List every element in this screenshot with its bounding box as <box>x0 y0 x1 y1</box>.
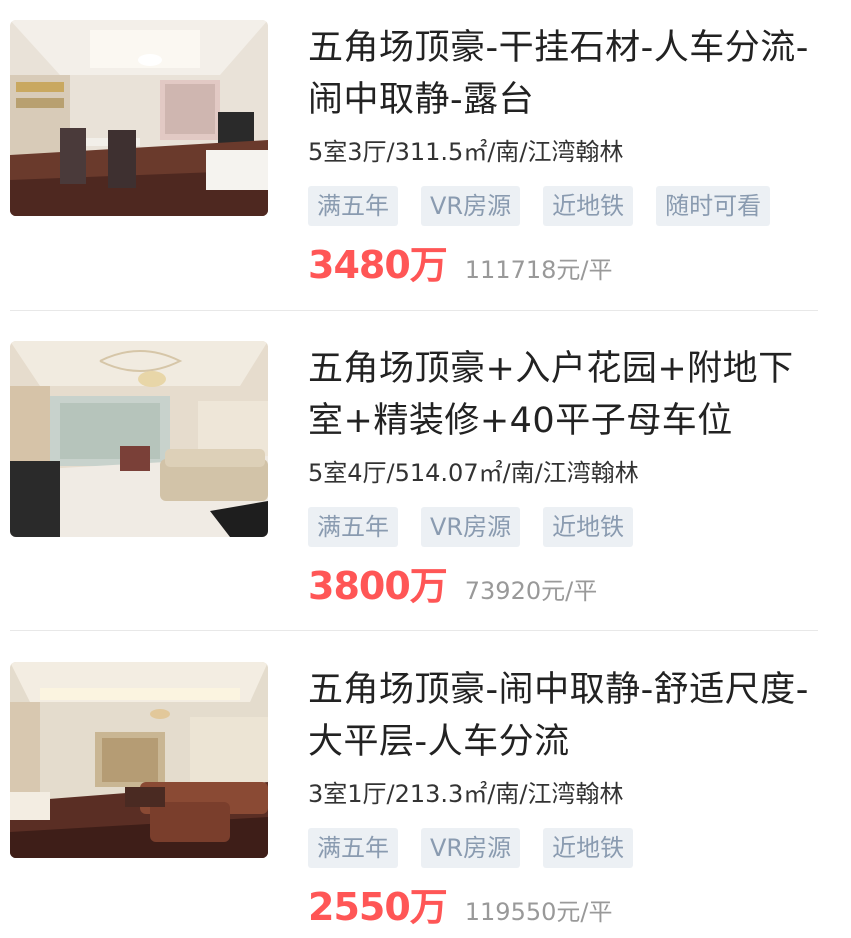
tag-badge: VR房源 <box>421 507 521 547</box>
listing-meta: 3室1厅/213.3㎡/南/江湾翰林 <box>308 780 624 808</box>
tag-badge: VR房源 <box>421 828 521 868</box>
tag-badge: 满五年 <box>308 186 398 226</box>
price-row: 3800万 73920元/平 <box>308 555 597 610</box>
tag-badge: VR房源 <box>421 186 521 226</box>
listing-photo[interactable] <box>10 341 268 537</box>
tag-badge: 近地铁 <box>543 186 634 226</box>
listing-card[interactable]: 五角场顶豪+入户花园+附地下室+精装修+40平子母车位 5室4厅/514.07㎡… <box>0 321 851 641</box>
listing-photo[interactable] <box>10 20 268 216</box>
listing-card[interactable]: 五角场顶豪-闹中取静-舒适尺度-大平层-人车分流 3室1厅/213.3㎡/南/江… <box>0 642 851 938</box>
unit-price: 73920元/平 <box>464 577 598 605</box>
tag-badge: 近地铁 <box>543 507 634 547</box>
listing-photo[interactable] <box>10 662 268 858</box>
listing-title[interactable]: 五角场顶豪-闹中取静-舒适尺度-大平层-人车分流 <box>308 664 828 768</box>
price-row: 2550万 119550元/平 <box>308 876 612 931</box>
listing-tags: 满五年 VR房源 近地铁 <box>308 828 634 868</box>
unit-price: 119550元/平 <box>464 898 613 926</box>
listing-meta: 5室3厅/311.5㎡/南/江湾翰林 <box>308 138 624 166</box>
tag-badge: 满五年 <box>308 828 398 868</box>
listing-list: 五角场顶豪-干挂石材-人车分流-闹中取静-露台 5室3厅/311.5㎡/南/江湾… <box>0 0 851 938</box>
tag-badge: 随时可看 <box>656 186 771 226</box>
tag-badge: 近地铁 <box>543 828 634 868</box>
living-room-photo <box>10 662 268 858</box>
total-price: 2550万 <box>308 885 448 929</box>
living-room-photo <box>10 20 268 216</box>
tag-badge: 满五年 <box>308 507 398 547</box>
total-price: 3800万 <box>308 564 448 608</box>
listing-tags: 满五年 VR房源 近地铁 随时可看 <box>308 186 771 226</box>
living-room-photo <box>10 341 268 537</box>
listing-card[interactable]: 五角场顶豪-干挂石材-人车分流-闹中取静-露台 5室3厅/311.5㎡/南/江湾… <box>0 0 851 320</box>
listing-title[interactable]: 五角场顶豪+入户花园+附地下室+精装修+40平子母车位 <box>308 343 828 447</box>
listing-meta: 5室4厅/514.07㎡/南/江湾翰林 <box>308 459 639 487</box>
total-price: 3480万 <box>308 243 448 287</box>
divider <box>10 310 818 311</box>
price-row: 3480万 111718元/平 <box>308 234 612 289</box>
listing-tags: 满五年 VR房源 近地铁 <box>308 507 634 547</box>
listing-title[interactable]: 五角场顶豪-干挂石材-人车分流-闹中取静-露台 <box>308 22 828 126</box>
unit-price: 111718元/平 <box>464 256 613 284</box>
divider <box>10 630 818 631</box>
